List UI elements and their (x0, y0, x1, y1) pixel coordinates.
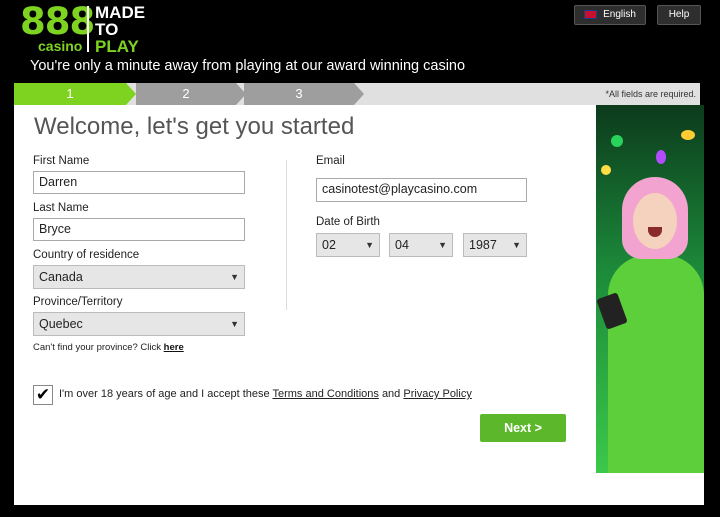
dob-month-select[interactable]: 04 ▼ (389, 233, 453, 257)
chevron-down-icon: ▼ (438, 240, 447, 250)
dob-month-value: 04 (395, 238, 409, 252)
game-chip-icon (611, 135, 623, 147)
page-title: Welcome, let's get you started (34, 113, 355, 140)
uk-flag-icon (584, 9, 598, 19)
dob-year-value: 1987 (469, 238, 497, 252)
game-chip-icon (656, 150, 666, 164)
last-name-label: Last Name (33, 202, 89, 214)
province-value: Quebec (39, 317, 83, 331)
promo-person-body (608, 255, 704, 473)
chevron-down-icon: ▼ (230, 319, 239, 329)
dob-day-select[interactable]: 02 ▼ (316, 233, 380, 257)
made-to-play-logo: MADE TO PLAY (95, 4, 145, 55)
consent-prefix: I'm over 18 years of age and I accept th… (59, 388, 270, 400)
province-help-text: Can't find your province? Click (33, 342, 162, 353)
privacy-link[interactable]: Privacy Policy (403, 388, 471, 400)
play-text: PLAY (95, 37, 139, 56)
required-note: *All fields are required. (605, 89, 696, 99)
dob-year-select[interactable]: 1987 ▼ (463, 233, 527, 257)
email-label: Email (316, 155, 345, 167)
first-name-input[interactable]: Darren (33, 171, 245, 194)
country-value: Canada (39, 270, 83, 284)
step-1: 1 (14, 83, 126, 105)
game-chip-icon (601, 165, 611, 175)
chevron-down-icon: ▼ (512, 240, 521, 250)
language-label: English (603, 9, 636, 20)
steps-progress: 1 2 3 *All fields are required. (14, 83, 700, 105)
next-button[interactable]: Next > (480, 414, 566, 442)
chevron-down-icon: ▼ (230, 272, 239, 282)
terms-link[interactable]: Terms and Conditions (272, 388, 378, 400)
made-text: MADE (95, 3, 146, 22)
email-input[interactable]: casinotest@playcasino.com (316, 178, 527, 202)
step-1-arrow (126, 83, 136, 105)
consent-and: and (381, 388, 401, 400)
dob-day-value: 02 (322, 238, 336, 252)
logo-casino: casino (38, 38, 83, 54)
country-label: Country of residence (33, 249, 140, 261)
promo-image (596, 105, 704, 473)
last-name-input[interactable]: Bryce (33, 218, 245, 241)
language-button[interactable]: English (574, 5, 646, 25)
logo-divider (87, 6, 89, 52)
country-select[interactable]: Canada ▼ (33, 265, 245, 289)
help-button[interactable]: Help (657, 5, 701, 25)
logo-888[interactable]: 888 (20, 2, 95, 42)
dob-label: Date of Birth (316, 216, 380, 228)
to-text: TO (95, 20, 119, 39)
tagline: You're only a minute away from playing a… (30, 58, 466, 74)
first-name-label: First Name (33, 155, 90, 167)
registration-panel: Welcome, let's get you started First Nam… (14, 105, 704, 505)
age-consent-checkbox[interactable]: ✔ (33, 385, 53, 405)
chevron-down-icon: ▼ (365, 240, 374, 250)
province-select[interactable]: Quebec ▼ (33, 312, 245, 336)
game-chip-icon (681, 130, 695, 140)
age-consent-text: I'm over 18 years of age and I accept th… (59, 388, 472, 400)
column-divider (286, 160, 287, 310)
province-help-link[interactable]: here (164, 342, 184, 353)
step-3: 3 (244, 83, 354, 105)
step-3-arrow (354, 83, 364, 105)
checkmark-icon: ✔ (35, 385, 51, 404)
step-2: 2 (136, 83, 236, 105)
province-label: Province/Territory (33, 296, 123, 308)
header: 888 casino MADE TO PLAY You're only a mi… (0, 0, 720, 83)
province-help: Can't find your province? Click here (33, 342, 184, 353)
promo-person-face (633, 193, 677, 249)
